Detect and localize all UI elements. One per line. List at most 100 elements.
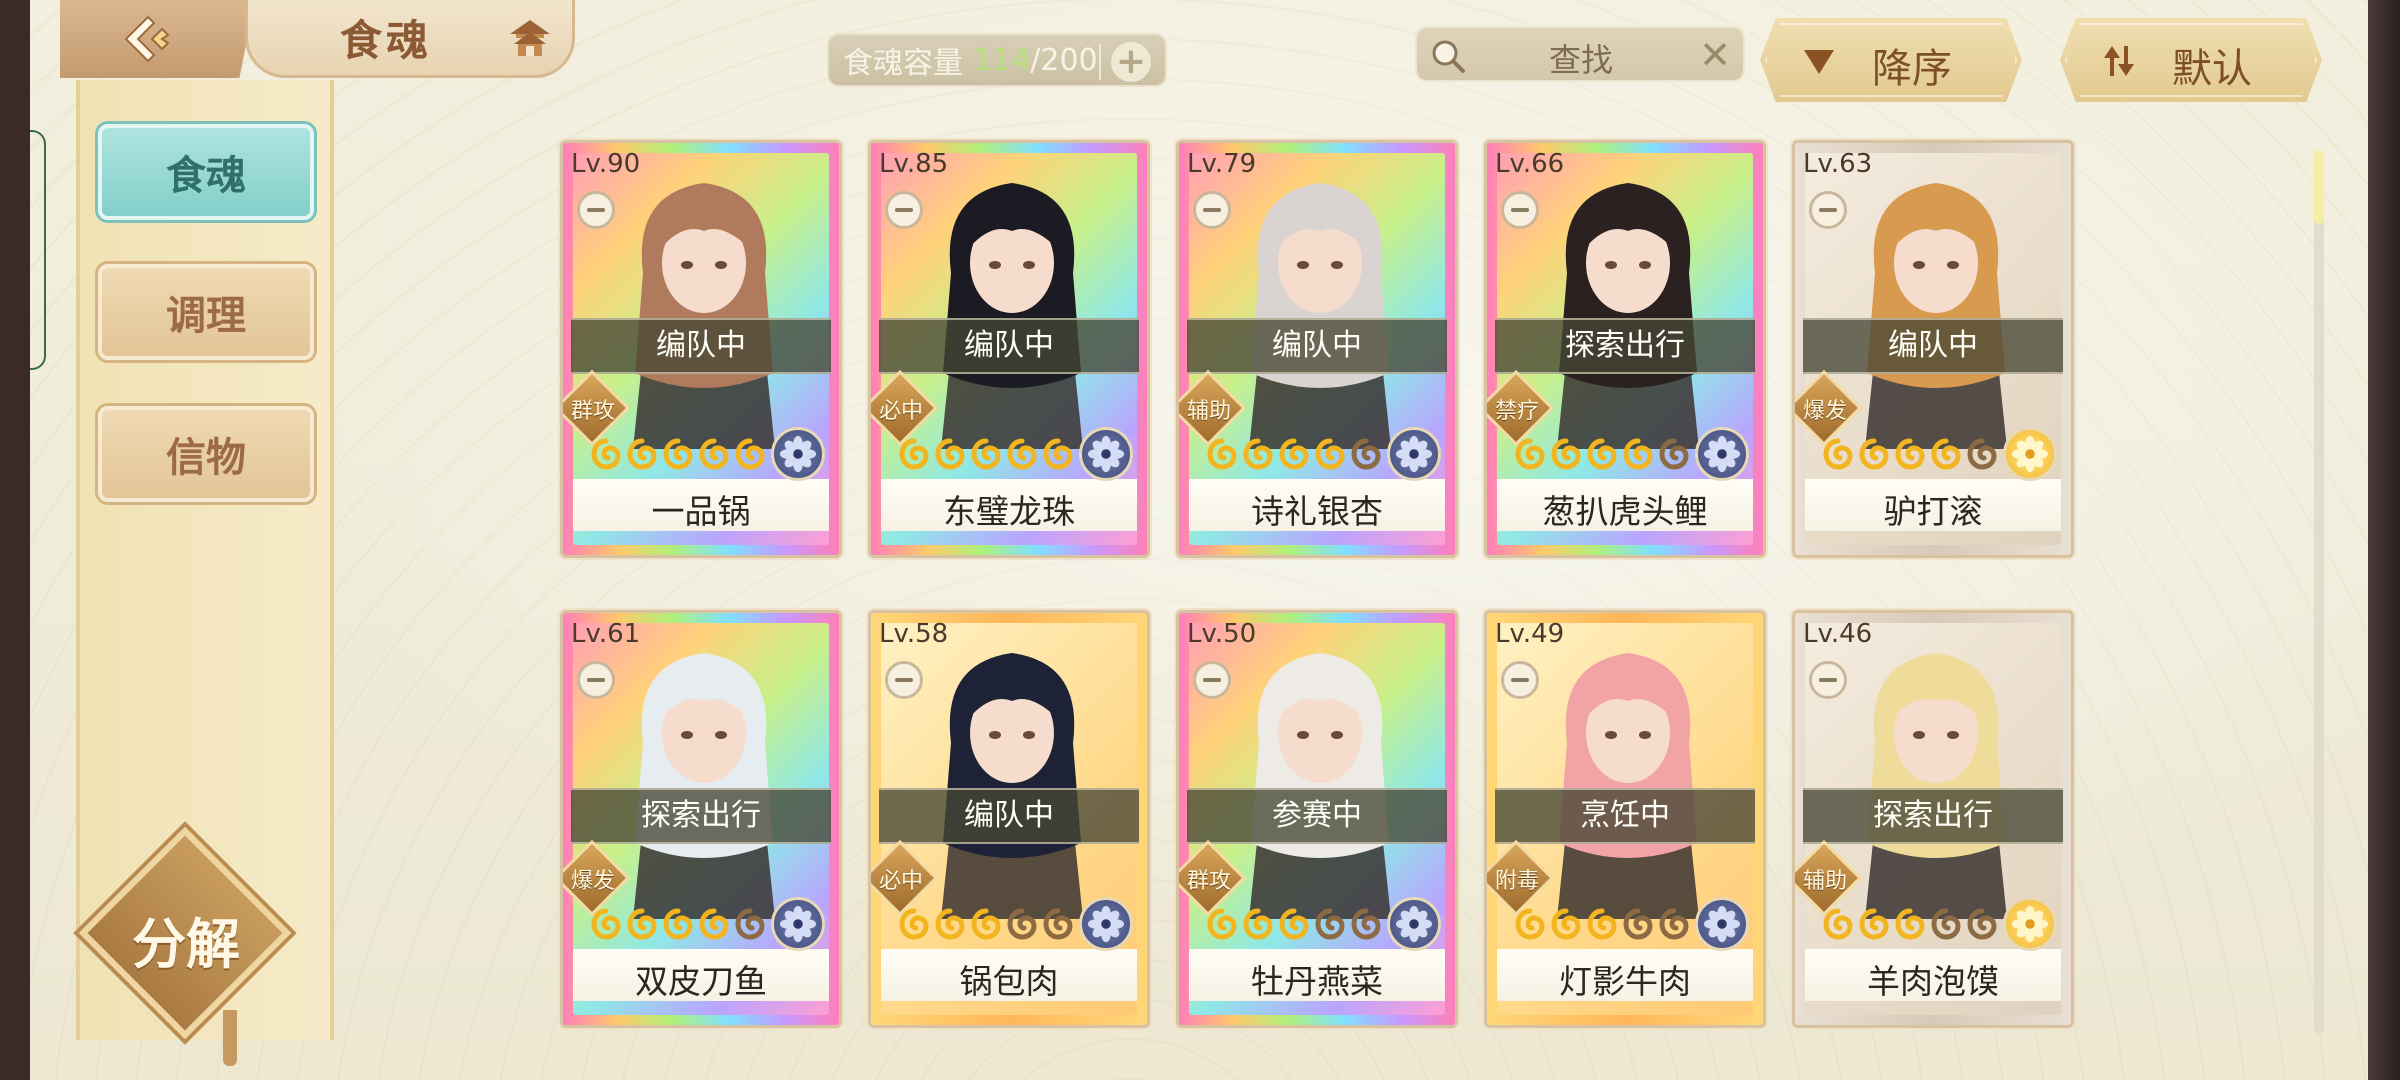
food-soul-card[interactable]: Lv.46 探索出行 辅助 羊肉泡馍 [1792, 610, 2074, 1028]
minus-icon [885, 661, 923, 699]
minus-icon [577, 661, 615, 699]
back-button[interactable] [60, 0, 255, 78]
clear-search-icon[interactable]: ✕ [1699, 33, 1731, 77]
star-rating [1205, 437, 1383, 471]
star-filled-icon [1243, 438, 1273, 470]
capacity-divider [1099, 44, 1101, 80]
capacity-count: 114/200 [973, 43, 1098, 78]
scrollbar-track[interactable] [2314, 150, 2324, 1034]
star-filled-icon [1315, 438, 1345, 470]
food-soul-card[interactable]: Lv.50 参赛中 群攻 牡丹燕菜 [1176, 610, 1458, 1028]
minus-icon [1193, 191, 1231, 229]
star-empty-icon [735, 908, 765, 940]
star-filled-icon [971, 908, 1001, 940]
star-rating [589, 437, 767, 471]
star-filled-icon [1859, 908, 1889, 940]
tab-food-soul[interactable]: 食魂 [98, 124, 314, 220]
star-rating [1821, 907, 1999, 941]
star-filled-icon [591, 908, 621, 940]
attribute-badge [1387, 897, 1441, 951]
character-name: 牡丹燕菜 [1251, 962, 1383, 1001]
level-label: Lv.49 [1495, 619, 1565, 649]
star-filled-icon [1823, 438, 1853, 470]
food-soul-card[interactable]: Lv.63 编队中 爆发 驴打滚 [1792, 140, 2074, 558]
blue-flower-icon [1395, 905, 1433, 943]
food-soul-card[interactable]: Lv.90 编队中 群攻 一品锅 [560, 140, 842, 558]
attribute-badge [2003, 897, 2057, 951]
food-soul-card[interactable]: Lv.61 探索出行 爆发 双皮刀鱼 [560, 610, 842, 1028]
capacity-display: 食魂容量 114/200 + [827, 33, 1167, 87]
star-rating [1205, 907, 1383, 941]
status-banner: 编队中 [1187, 318, 1447, 374]
food-soul-card[interactable]: Lv.85 编队中 必中 东璧龙珠 [868, 140, 1150, 558]
level-label: Lv.90 [571, 149, 641, 179]
food-soul-card[interactable]: Lv.66 探索出行 禁疗 葱扒虎头鲤 [1484, 140, 1766, 558]
character-name: 葱扒虎头鲤 [1542, 492, 1708, 531]
role-label: 禁疗 [1494, 399, 1539, 424]
star-filled-icon [699, 438, 729, 470]
blue-flower-icon [1703, 905, 1741, 943]
star-rating [589, 907, 767, 941]
star-filled-icon [1587, 438, 1617, 470]
star-filled-icon [1007, 438, 1037, 470]
status-banner: 探索出行 [571, 788, 831, 844]
decompose-label: 分解 [132, 912, 240, 976]
character-name: 一品锅 [651, 492, 751, 531]
character-name: 东璧龙珠 [943, 492, 1075, 531]
tab-tokens[interactable]: 信物 [98, 406, 314, 502]
add-capacity-button[interactable]: + [1111, 42, 1151, 82]
star-filled-icon [1859, 438, 1889, 470]
character-name: 灯影牛肉 [1559, 962, 1691, 1001]
star-empty-icon [1623, 908, 1653, 940]
star-filled-icon [1207, 908, 1237, 940]
sort-default-button[interactable]: 默认 [2060, 18, 2322, 102]
role-label: 爆发 [570, 869, 615, 894]
gold-flower-icon [2011, 905, 2049, 943]
status-banner: 探索出行 [1803, 788, 2063, 844]
star-filled-icon [1931, 438, 1961, 470]
character-name: 驴打滚 [1883, 492, 1983, 531]
star-filled-icon [1279, 438, 1309, 470]
food-soul-card[interactable]: Lv.79 编队中 辅助 诗礼银杏 [1176, 140, 1458, 558]
sort-order-button[interactable]: 降序 [1760, 18, 2022, 102]
star-empty-icon [1931, 908, 1961, 940]
star-filled-icon [1623, 438, 1653, 470]
star-empty-icon [1351, 438, 1381, 470]
level-label: Lv.61 [571, 619, 641, 649]
star-empty-icon [1315, 908, 1345, 940]
star-empty-icon [1007, 908, 1037, 940]
level-label: Lv.58 [879, 619, 949, 649]
role-label: 必中 [878, 399, 923, 424]
star-filled-icon [1515, 438, 1545, 470]
status-banner: 编队中 [879, 788, 1139, 844]
pavilion-home-icon[interactable] [506, 16, 554, 60]
status-banner: 编队中 [879, 318, 1139, 374]
scrollbar-thumb[interactable] [2314, 150, 2324, 224]
level-label: Lv.46 [1803, 619, 1873, 649]
star-filled-icon [1043, 438, 1073, 470]
role-label: 辅助 [1802, 869, 1847, 894]
tab-conditioning[interactable]: 调理 [98, 264, 314, 360]
star-rating [897, 437, 1075, 471]
star-filled-icon [1551, 908, 1581, 940]
star-empty-icon [1659, 908, 1689, 940]
food-soul-card[interactable]: Lv.49 烹饪中 附毒 灯影牛肉 [1484, 610, 1766, 1028]
blue-flower-icon [1087, 435, 1125, 473]
gold-flower-icon [2011, 435, 2049, 473]
food-soul-card[interactable]: Lv.58 编队中 必中 锅包肉 [868, 610, 1150, 1028]
status-banner: 编队中 [1803, 318, 2063, 374]
edge-slot [30, 130, 46, 370]
blue-flower-icon [1395, 435, 1433, 473]
search-field[interactable]: 查找 ✕ [1415, 26, 1745, 82]
sort-order-label: 降序 [1872, 46, 1952, 92]
role-label: 辅助 [1186, 399, 1231, 424]
attribute-badge [1695, 427, 1749, 481]
character-name: 双皮刀鱼 [635, 962, 767, 1001]
game-screen: 食魂 食魂容量 114/200 + 查找 ✕ 降序 默认 食魂 调理 信物 分解… [30, 0, 2368, 1080]
role-label: 爆发 [1802, 399, 1847, 424]
star-filled-icon [935, 908, 965, 940]
star-filled-icon [1895, 438, 1925, 470]
title-tab: 食魂 [245, 0, 575, 78]
blue-flower-icon [779, 905, 817, 943]
blue-flower-icon [779, 435, 817, 473]
